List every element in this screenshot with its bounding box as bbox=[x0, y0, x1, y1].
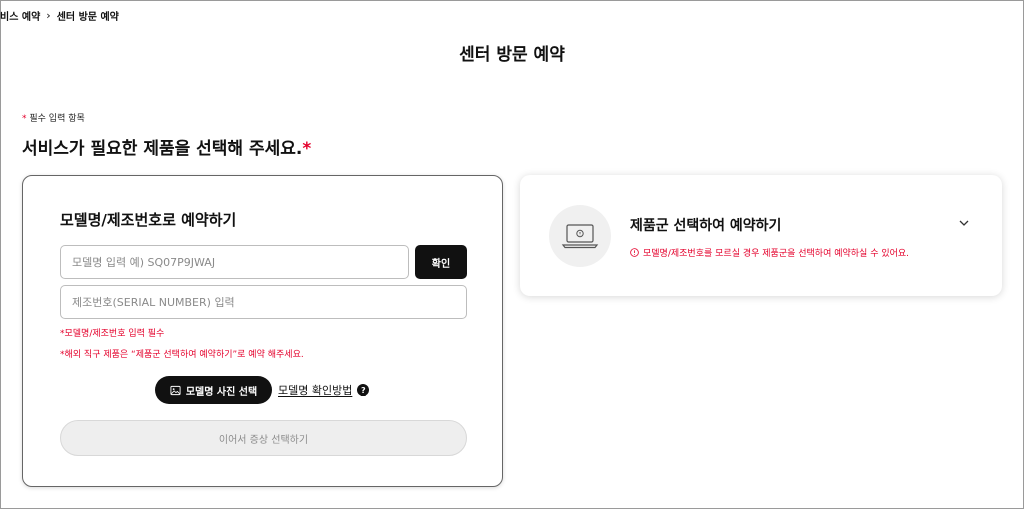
required-note: * 필수 입력 항목 bbox=[22, 111, 85, 124]
model-photo-select-button[interactable]: 모델명 사진 선택 bbox=[155, 376, 272, 404]
category-card-description: 모델명/제조번호를 모르실 경우 제품군을 선택하여 예약하실 수 있어요. bbox=[630, 246, 909, 259]
breadcrumb-parent[interactable]: 비스 예약 bbox=[0, 8, 40, 23]
laptop-icon bbox=[561, 224, 599, 249]
category-card-title: 제품군 선택하여 예약하기 bbox=[630, 218, 782, 234]
page-title: 센터 방문 예약 bbox=[459, 45, 565, 65]
hint-required: *모델명/제조번호 입력 필수 bbox=[60, 329, 165, 339]
next-symptom-button[interactable]: 이어서 증상 선택하기 bbox=[60, 420, 467, 456]
image-icon bbox=[170, 385, 181, 395]
model-howto-link[interactable]: 모델명 확인방법 ? bbox=[278, 382, 370, 398]
model-card-title: 모델명/제조번호로 예약하기 bbox=[60, 211, 237, 229]
category-description-text: 모델명/제조번호를 모르실 경우 제품군을 선택하여 예약하실 수 있어요. bbox=[643, 249, 910, 259]
breadcrumb: 비스 예약 › 센터 방문 예약 bbox=[0, 8, 119, 23]
section-title-text: 서비스가 필요한 제품을 선택해 주세요. bbox=[22, 139, 303, 159]
laptop-icon-circle bbox=[549, 205, 611, 267]
model-name-input[interactable] bbox=[60, 245, 409, 279]
chevron-down-icon[interactable] bbox=[958, 217, 970, 229]
section-title: 서비스가 필요한 제품을 선택해 주세요.* bbox=[22, 134, 311, 159]
required-note-text: 필수 입력 항목 bbox=[29, 114, 85, 124]
help-icon: ? bbox=[357, 384, 370, 396]
hint-overseas: *해외 직구 제품은 “제품군 선택하여 예약하기”로 예약 해주세요. bbox=[60, 350, 304, 360]
confirm-button[interactable]: 확인 bbox=[415, 245, 467, 279]
serial-number-input[interactable] bbox=[60, 285, 467, 319]
info-circle-icon bbox=[630, 248, 639, 257]
photo-button-label: 모델명 사진 선택 bbox=[185, 386, 258, 398]
breadcrumb-separator-icon: › bbox=[46, 9, 51, 22]
required-star: * bbox=[22, 114, 27, 124]
section-title-required-star: * bbox=[302, 139, 312, 159]
breadcrumb-current: 센터 방문 예약 bbox=[56, 12, 119, 23]
category-reservation-card[interactable]: 제품군 선택하여 예약하기 모델명/제조번호를 모르실 경우 제품군을 선택하여… bbox=[520, 175, 1002, 296]
model-reservation-card: 모델명/제조번호로 예약하기 확인 *모델명/제조번호 입력 필수 *해외 직구… bbox=[22, 175, 503, 487]
howto-link-label: 모델명 확인방법 bbox=[278, 384, 353, 397]
